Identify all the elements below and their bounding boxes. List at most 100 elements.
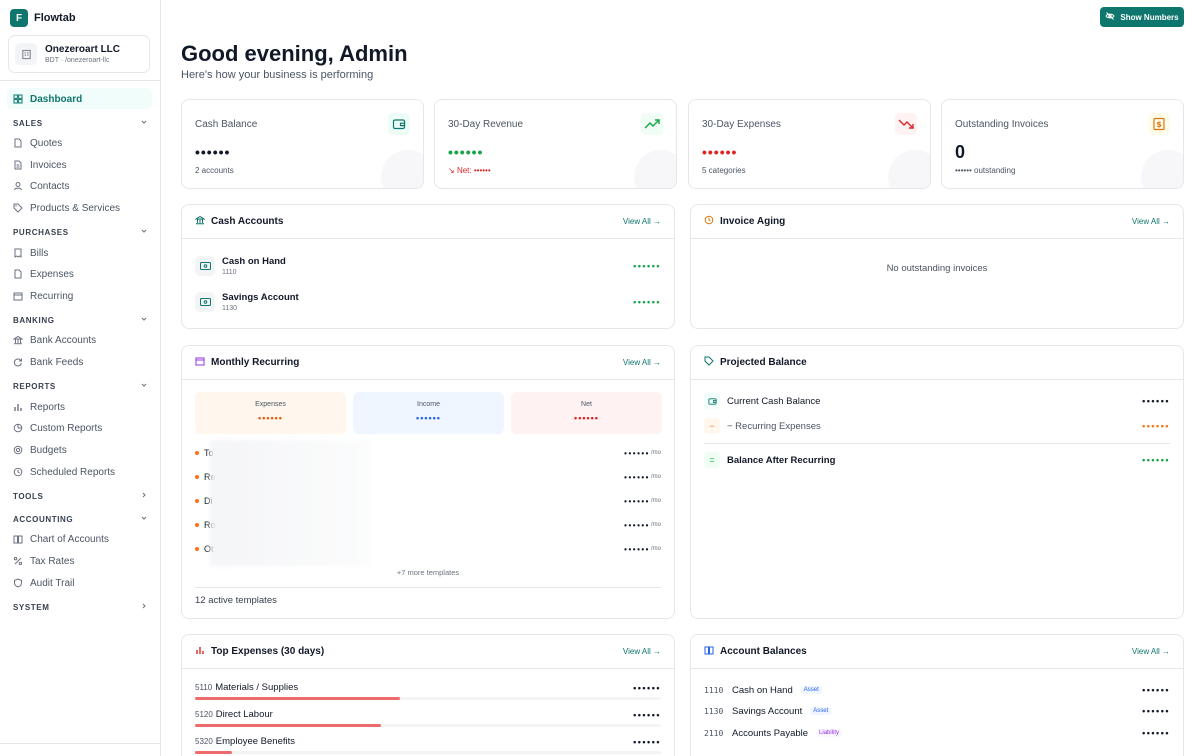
stat-card-30-day-revenue[interactable]: 30-Day Revenue •••••• ↘ Net: •••••• xyxy=(434,99,677,189)
view-all-link[interactable]: View All → xyxy=(623,217,661,226)
summary-label: Income xyxy=(417,401,440,408)
stat-card-30-day-expenses[interactable]: 30-Day Expenses •••••• 5 categories xyxy=(688,99,931,189)
sidebar-item-reports[interactable]: Reports xyxy=(13,399,65,415)
clock-icon xyxy=(704,215,714,228)
sidebar-section-accounting[interactable]: ACCOUNTING xyxy=(13,513,148,525)
organization-switcher[interactable]: Onezeroart LLC BDT · /onezeroart-llc xyxy=(8,35,150,73)
percent-icon xyxy=(13,556,23,566)
dashboard-icon xyxy=(13,94,23,104)
stat-label: Cash Balance xyxy=(195,119,258,130)
list-item[interactable]: Cash on Hand 1110 •••••• xyxy=(195,255,661,277)
sidebar-item-label: Scheduled Reports xyxy=(30,466,116,478)
chevron-right-icon xyxy=(140,602,148,612)
account-name: Savings Account xyxy=(222,292,299,303)
expense-code: 5120 xyxy=(195,710,213,719)
panel-title-text: Cash Accounts xyxy=(211,216,284,227)
sidebar-item-label: Chart of Accounts xyxy=(30,533,109,545)
sidebar-item-label: Contacts xyxy=(30,180,70,192)
panel-title: Projected Balance xyxy=(704,356,807,369)
panel-header: Cash Accounts View All → xyxy=(182,205,674,239)
expense-row[interactable]: 5320 Employee Benefits •••••• xyxy=(195,736,661,754)
receipt-icon xyxy=(13,248,23,258)
brand[interactable]: F Flowtab xyxy=(10,9,76,27)
expense-row[interactable]: 5120 Direct Labour •••••• xyxy=(195,709,661,727)
sidebar-item-label: Bills xyxy=(30,247,49,259)
trending-down-icon xyxy=(895,113,917,135)
sidebar-item-scheduled-reports[interactable]: Scheduled Reports xyxy=(13,464,115,480)
sidebar-item-budgets[interactable]: Budgets xyxy=(13,442,67,458)
sidebar-section-purchases[interactable]: PURCHASES xyxy=(13,226,148,238)
summary-label: Expenses xyxy=(255,401,286,408)
view-all-link[interactable]: View All → xyxy=(1132,647,1170,656)
chevron-down-icon xyxy=(140,315,148,325)
expense-name: Direct Labour xyxy=(215,709,273,720)
sidebar-item-bank-feeds[interactable]: Bank Feeds xyxy=(13,354,83,370)
panel-title: Cash Accounts xyxy=(194,215,284,228)
sidebar-item-label: Reports xyxy=(30,401,66,413)
sidebar-item-expenses[interactable]: Expenses xyxy=(13,266,74,282)
stat-card-cash-balance[interactable]: Cash Balance •••••• 2 accounts xyxy=(181,99,424,189)
account-code: 1130 xyxy=(222,305,238,312)
stat-card-outstanding-invoices[interactable]: Outstanding Invoices $ 0 •••••• outstand… xyxy=(941,99,1184,189)
sidebar-item-label: Custom Reports xyxy=(30,422,103,434)
sidebar-item-dashboard[interactable]: Dashboard xyxy=(13,91,82,107)
sidebar-item-chart-of-accounts[interactable]: Chart of Accounts xyxy=(13,531,109,547)
expense-bar-fill xyxy=(195,751,233,754)
more-templates-link[interactable]: +7 more templates xyxy=(182,568,674,577)
decorative-circle xyxy=(381,150,423,188)
sidebar-item-contacts[interactable]: Contacts xyxy=(13,178,69,194)
sidebar-item-invoices[interactable]: Invoices xyxy=(13,157,67,173)
shield-icon xyxy=(13,578,23,588)
bar-chart-icon xyxy=(13,402,23,412)
brand-name: Flowtab xyxy=(34,12,76,24)
sidebar-item-label: Bank Accounts xyxy=(30,334,97,346)
table-row[interactable]: 2110 Accounts Payable Liability •••••• xyxy=(704,727,1170,739)
account-amount: •••••• xyxy=(633,297,661,307)
dollar-document-icon: $ xyxy=(1148,113,1170,135)
sidebar-item-bank-accounts[interactable]: Bank Accounts xyxy=(13,332,96,348)
tag-icon xyxy=(704,356,714,369)
organization-slug: BDT · /onezeroart-llc xyxy=(45,57,110,64)
view-all-link[interactable]: View All → xyxy=(623,358,661,367)
sidebar-item-label: Expenses xyxy=(30,268,74,280)
view-all-link[interactable]: View All → xyxy=(623,647,661,656)
sidebar-item-audit-trail[interactable]: Audit Trail xyxy=(13,575,74,591)
panel-title: Monthly Recurring xyxy=(195,356,299,369)
account-name: Accounts Payable xyxy=(732,727,809,739)
arrow-down-icon: ↘ xyxy=(448,166,455,175)
sidebar-item-tax-rates[interactable]: Tax Rates xyxy=(13,553,74,569)
table-row[interactable]: 1110 Cash on Hand Asset •••••• xyxy=(704,684,1170,696)
chevron-down-icon xyxy=(140,514,148,524)
chevron-down-icon xyxy=(140,227,148,237)
decorative-circle xyxy=(1141,150,1183,188)
expense-bar-track xyxy=(195,697,661,700)
show-numbers-button[interactable]: Show Numbers xyxy=(1100,7,1184,27)
page-subtitle: Here's how your business is performing xyxy=(181,69,374,81)
sidebar-item-label: Quotes xyxy=(30,137,63,149)
calendar-icon xyxy=(195,356,205,369)
section-label: ACCOUNTING xyxy=(13,514,74,524)
list-item[interactable]: Savings Account 1130 •••••• xyxy=(195,291,661,313)
sidebar-section-system[interactable]: SYSTEM xyxy=(13,601,148,613)
sidebar-section-sales[interactable]: SALES xyxy=(13,117,148,129)
expense-row[interactable]: 5110 Materials / Supplies •••••• xyxy=(195,682,661,700)
sidebar-item-custom-reports[interactable]: Custom Reports xyxy=(13,420,102,436)
chevron-down-icon xyxy=(140,118,148,128)
account-name: Savings Account xyxy=(732,705,803,717)
sidebar-section-reports[interactable]: REPORTS xyxy=(13,380,148,392)
sidebar-section-tools[interactable]: TOOLS xyxy=(13,490,148,502)
table-row[interactable]: 1130 Savings Account Asset •••••• xyxy=(704,705,1170,717)
sidebar-item-quotes[interactable]: Quotes xyxy=(13,135,62,151)
account-code: 1110 xyxy=(704,685,724,695)
view-all-link[interactable]: View All → xyxy=(1132,217,1170,226)
sidebar-item-bills[interactable]: Bills xyxy=(13,245,48,261)
sidebar-item-recurring[interactable]: Recurring xyxy=(13,288,73,304)
expense-name: Materials / Supplies xyxy=(215,682,299,693)
panel-header: Projected Balance xyxy=(691,346,1183,380)
refresh-icon xyxy=(13,357,23,367)
net-label: Net: xyxy=(456,166,472,175)
list-item: − − Recurring Expenses •••••• xyxy=(704,416,1170,436)
panel-title-text: Account Balances xyxy=(720,646,807,657)
sidebar-section-banking[interactable]: BANKING xyxy=(13,314,148,326)
sidebar-item-products[interactable]: Products & Services xyxy=(13,200,120,216)
